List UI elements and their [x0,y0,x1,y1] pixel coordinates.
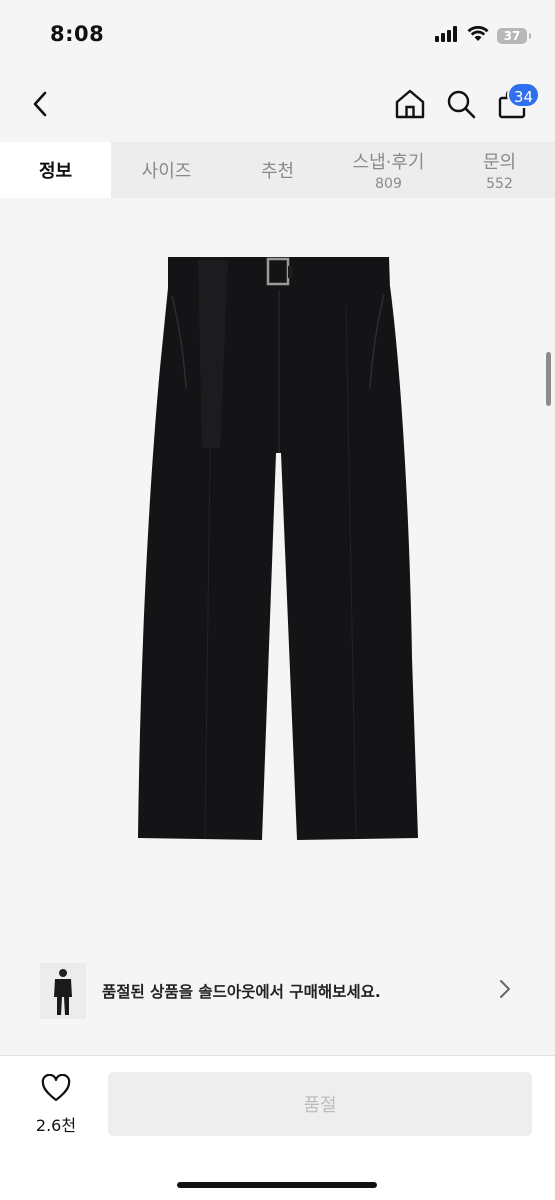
soldout-banner[interactable]: 품절된 상품을 솔드아웃에서 구매해보세요. [0,953,555,1055]
like-button[interactable]: 2.6천 [24,1073,88,1138]
wifi-icon [467,25,489,46]
chevron-left-icon [32,91,48,121]
tab-recommend[interactable]: 추천 [222,142,333,198]
tab-inquiry[interactable]: 문의 552 [444,142,555,198]
soldout-banner-text: 품절된 상품을 솔드아웃에서 구매해보세요. [102,983,381,1001]
search-icon [446,89,476,123]
status-icons: 37 [435,25,531,46]
product-tabs: 정보 사이즈 추천 스냅·후기 809 문의 552 [0,142,555,198]
model-thumbnail [40,963,86,1019]
tab-label: 추천 [260,161,295,182]
like-count: 2.6천 [35,1116,77,1135]
soldout-button[interactable]: 품절 [108,1072,532,1136]
scrollbar-thumb[interactable] [546,352,551,406]
heart-icon [41,1073,71,1106]
cart-count-badge: 34 [506,82,540,108]
back-button[interactable] [18,84,62,128]
tab-snap-review[interactable]: 스냅·후기 809 [333,142,444,198]
product-image-area [0,198,555,953]
bottom-action-bar: 2.6천 품절 [0,1055,555,1200]
tab-label: 문의 [482,152,517,173]
cart-button[interactable]: 34 [490,82,540,128]
product-image[interactable] [0,198,555,953]
tab-info[interactable]: 정보 [0,142,111,198]
status-time: 8:08 [50,22,105,46]
top-nav: 34 [0,70,555,142]
tab-size[interactable]: 사이즈 [111,142,222,198]
tab-label: 스냅·후기 [352,152,425,173]
home-icon [394,88,426,124]
tab-label: 사이즈 [141,161,192,182]
home-button[interactable] [388,84,432,128]
status-bar: 8:08 37 [0,0,555,70]
tab-label: 정보 [38,161,73,182]
search-button[interactable] [439,84,483,128]
battery-icon: 37 [497,28,531,44]
chevron-right-icon [499,979,511,1003]
home-indicator [177,1182,377,1188]
signal-icon [435,26,459,46]
tab-count: 552 [486,176,513,192]
tab-count: 809 [375,176,402,192]
